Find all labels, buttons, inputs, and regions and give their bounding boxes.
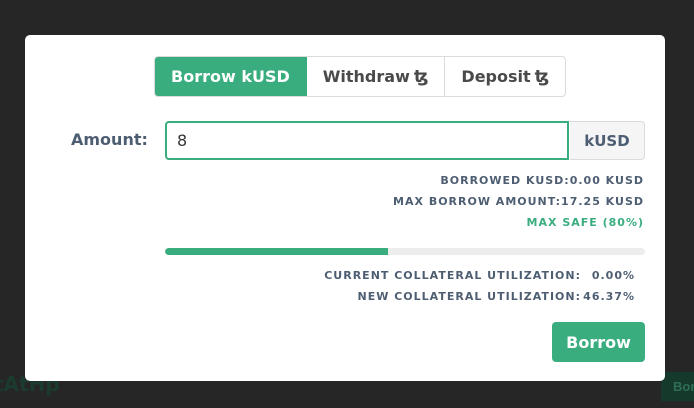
tab-deposit-label: Deposit: [461, 67, 531, 86]
tab-withdraw[interactable]: Withdraw ꜩ: [307, 57, 446, 96]
tab-borrow-label: Borrow kUSD: [171, 67, 290, 86]
borrow-button[interactable]: Borrow: [552, 322, 645, 362]
borrowed-kusd: BORROWED KUSD:0.00 KUSD: [440, 174, 644, 187]
current-utilization-row: CURRENT COLLATERAL UTILIZATION: 0.00%: [165, 269, 635, 282]
utilization-progress-bar: [165, 248, 645, 255]
amount-label: Amount:: [71, 130, 148, 149]
current-utilization-label: CURRENT COLLATERAL UTILIZATION:: [324, 269, 581, 282]
new-utilization-row: NEW COLLATERAL UTILIZATION: 46.37%: [165, 290, 635, 303]
unit-addon: kUSD: [570, 121, 645, 160]
amount-input[interactable]: [165, 121, 569, 160]
utilization-progress-fill: [165, 248, 388, 255]
new-utilization-label: NEW COLLATERAL UTILIZATION:: [357, 290, 581, 303]
borrow-modal: Borrow kUSD Withdraw ꜩ Deposit ꜩ Amount:…: [25, 35, 665, 381]
new-utilization-value: 46.37%: [583, 290, 635, 303]
background-button: Bor: [661, 372, 694, 401]
max-borrow-amount: MAX BORROW AMOUNT:17.25 KUSD: [393, 195, 644, 208]
tab-deposit[interactable]: Deposit ꜩ: [445, 57, 565, 96]
max-safe-link[interactable]: MAX SAFE (80%): [527, 216, 644, 229]
tez-icon: ꜩ: [413, 66, 429, 87]
action-tabs: Borrow kUSD Withdraw ꜩ Deposit ꜩ: [154, 56, 567, 97]
tab-borrow[interactable]: Borrow kUSD: [155, 57, 307, 96]
tab-withdraw-label: Withdraw: [322, 67, 410, 86]
current-utilization-value: 0.00%: [591, 269, 635, 282]
tez-icon: ꜩ: [534, 66, 550, 87]
